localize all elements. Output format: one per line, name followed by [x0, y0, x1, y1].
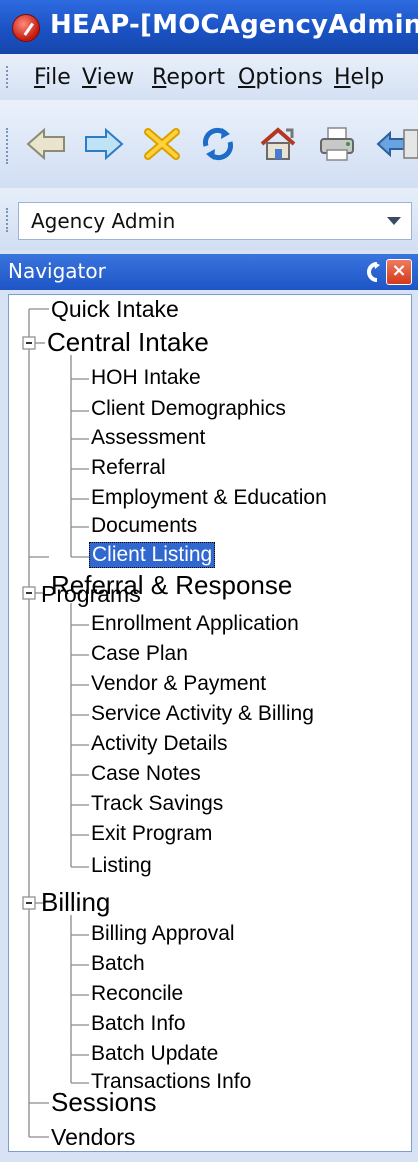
- toolbar-grip[interactable]: [6, 128, 11, 164]
- tree-item-referral[interactable]: Referral: [91, 456, 166, 480]
- tree-item-client-demographics[interactable]: Client Demographics: [91, 397, 286, 421]
- tree-item-vendor-payment[interactable]: Vendor & Payment: [91, 672, 266, 696]
- tree-item-programs[interactable]: Programs: [41, 581, 141, 608]
- menu-report[interactable]: Report: [152, 65, 225, 90]
- tree-item-quick-intake[interactable]: Quick Intake: [51, 296, 179, 323]
- toolbar: [0, 100, 418, 189]
- navigator-header: Navigator ×: [0, 254, 418, 290]
- menu-view[interactable]: View: [82, 65, 134, 90]
- home-icon[interactable]: [256, 124, 300, 164]
- menu-help[interactable]: Help: [334, 65, 384, 90]
- tree-item-batch-update[interactable]: Batch Update: [91, 1042, 218, 1066]
- tree-item-service-activity-billing[interactable]: Service Activity & Billing: [91, 702, 314, 726]
- menu-bar: File View Report Options Help: [0, 54, 418, 101]
- window-title: HEAP-[MOCAgencyAdmin]: [50, 10, 418, 40]
- tree-item-track-savings[interactable]: Track Savings: [91, 792, 223, 816]
- menu-file[interactable]: File: [34, 65, 71, 90]
- role-select-bar: Agency Admin: [0, 188, 418, 250]
- tree-item-billing-approval[interactable]: Billing Approval: [91, 922, 235, 946]
- tree-item-documents[interactable]: Documents: [91, 514, 197, 538]
- pin-icon[interactable]: [362, 261, 382, 283]
- refresh-icon[interactable]: [196, 124, 240, 164]
- tree-item-reconcile[interactable]: Reconcile: [91, 982, 183, 1006]
- menu-options[interactable]: Options: [238, 65, 323, 90]
- tree-item-enrollment-application[interactable]: Enrollment Application: [91, 612, 299, 636]
- tree-item-assessment[interactable]: Assessment: [91, 426, 205, 450]
- tree-item-activity-details[interactable]: Activity Details: [91, 732, 228, 756]
- back-arrow-icon[interactable]: [24, 124, 68, 164]
- tree-item-employment-education[interactable]: Employment & Education: [91, 486, 327, 510]
- navigator-panel: Quick Intake Central Intake HOH Intake C…: [0, 290, 418, 1162]
- app-icon: [12, 14, 40, 42]
- tree-item-batch[interactable]: Batch: [91, 952, 145, 976]
- tree-item-hoh-intake[interactable]: HOH Intake: [91, 366, 201, 390]
- tree-item-billing[interactable]: Billing: [41, 887, 110, 918]
- role-select-value: Agency Admin: [31, 209, 176, 233]
- title-bar: HEAP-[MOCAgencyAdmin]: [0, 0, 418, 54]
- tree-item-listing[interactable]: Listing: [91, 854, 152, 878]
- combo-grip[interactable]: [6, 208, 11, 232]
- close-icon[interactable]: ×: [386, 259, 412, 285]
- delete-x-icon[interactable]: [140, 124, 184, 164]
- tree-item-client-listing[interactable]: Client Listing: [89, 542, 216, 568]
- forward-arrow-icon[interactable]: [82, 124, 126, 164]
- role-select[interactable]: Agency Admin: [18, 202, 412, 240]
- print-icon[interactable]: [316, 124, 360, 164]
- navigator-tree: Quick Intake Central Intake HOH Intake C…: [8, 294, 412, 1152]
- export-icon[interactable]: [374, 124, 418, 164]
- tree-item-sessions[interactable]: Sessions: [51, 1087, 157, 1118]
- navigator-title: Navigator: [8, 259, 106, 283]
- chevron-down-icon[interactable]: [387, 217, 401, 225]
- menubar-grip[interactable]: [6, 66, 11, 88]
- tree-item-vendors[interactable]: Vendors: [51, 1124, 135, 1151]
- tree-item-case-notes[interactable]: Case Notes: [91, 762, 201, 786]
- tree-item-exit-program[interactable]: Exit Program: [91, 822, 212, 846]
- tree-item-case-plan[interactable]: Case Plan: [91, 642, 188, 666]
- tree-item-batch-info[interactable]: Batch Info: [91, 1012, 186, 1036]
- tree-item-central-intake[interactable]: Central Intake: [47, 327, 209, 358]
